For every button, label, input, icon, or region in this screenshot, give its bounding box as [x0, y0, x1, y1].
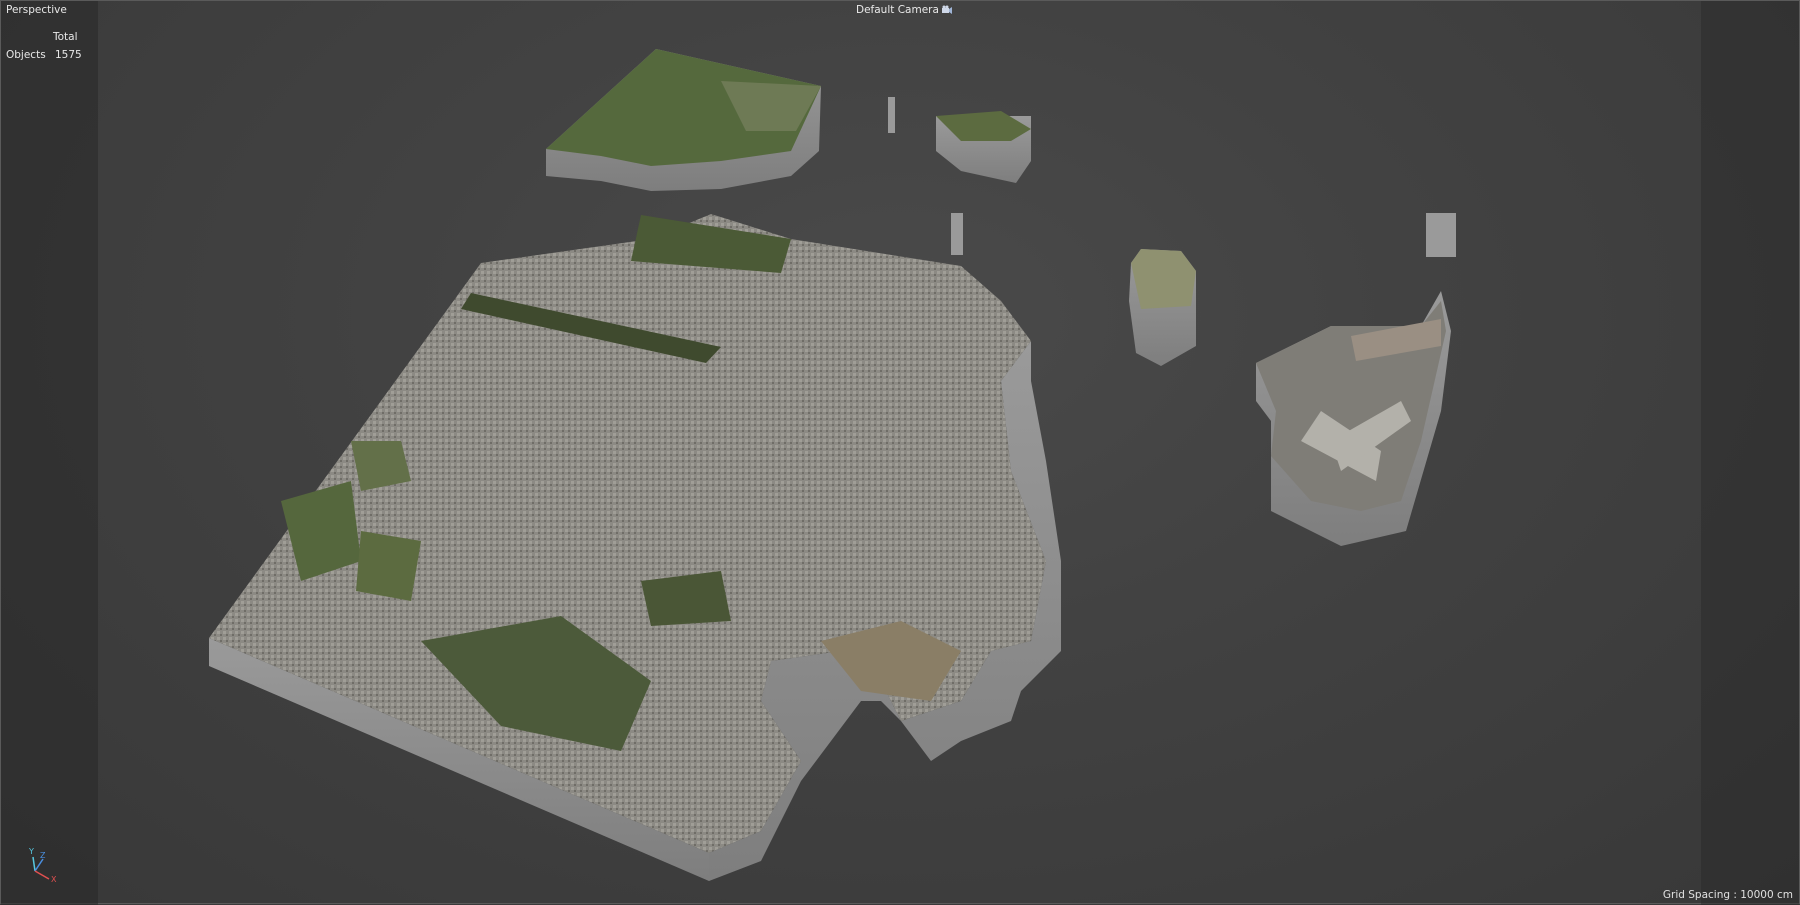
pillar	[888, 97, 895, 133]
3d-viewport[interactable]: Perspective Total Objects 1575 Default C…	[0, 0, 1800, 905]
treasure-island-tile	[1129, 249, 1196, 366]
axis-z-label: Z	[40, 851, 46, 860]
camera-label: Default Camera	[856, 4, 939, 16]
projection-label[interactable]: Perspective	[6, 4, 67, 16]
terrain-render[interactable]	[1, 1, 1800, 905]
xyz-axis-gizmo-icon	[32, 856, 50, 880]
island-tile	[936, 111, 1031, 183]
objects-label: Objects	[6, 49, 46, 61]
airport-tile	[1256, 291, 1451, 546]
camera-icon	[941, 5, 952, 14]
pillar	[1426, 213, 1456, 257]
camera-selector[interactable]: Default Camera	[856, 4, 953, 16]
objects-count: 1575	[55, 49, 82, 61]
marin-tile	[546, 49, 821, 191]
axis-y-label: Y	[29, 847, 34, 856]
grid-spacing-info: Grid Spacing : 10000 cm	[1662, 889, 1793, 901]
main-terrain-block	[209, 214, 1061, 881]
pillar	[951, 213, 963, 255]
total-header: Total	[53, 31, 78, 43]
axis-x-label: X	[51, 875, 57, 884]
